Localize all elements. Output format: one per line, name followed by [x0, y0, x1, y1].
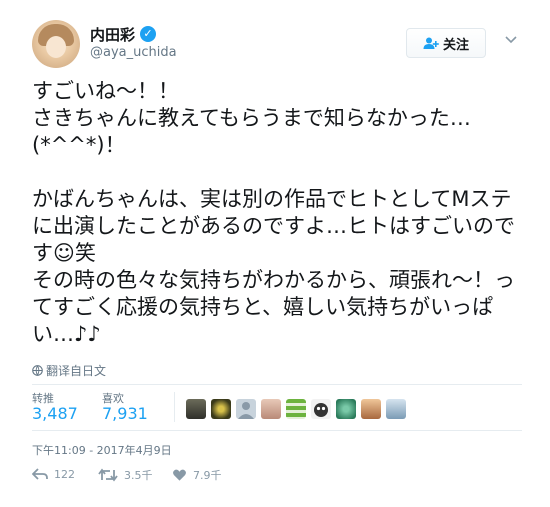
liker-avatar[interactable] [236, 399, 256, 419]
user-handle[interactable]: @aya_uchida [90, 45, 177, 60]
tweet-timestamp[interactable]: 下午11:09 - 2017年4月9日 [32, 442, 172, 458]
follow-label: 关注 [442, 37, 469, 53]
retweet-button[interactable]: 3.5千 [98, 467, 153, 483]
verified-badge-icon: ✓ [140, 26, 156, 42]
retweets-count[interactable]: 3,487 [32, 404, 78, 423]
display-name[interactable]: 内田彩 [90, 24, 135, 45]
liker-avatar[interactable] [186, 399, 206, 419]
liker-avatar[interactable] [386, 399, 406, 419]
stats-separator [174, 392, 175, 422]
avatar-face [46, 36, 66, 58]
heart-icon [173, 469, 186, 481]
liker-avatar[interactable] [361, 399, 381, 419]
like-button[interactable]: 7.9千 [172, 467, 222, 483]
liker-avatar[interactable] [336, 399, 356, 419]
retweet-count: 3.5千 [124, 469, 153, 482]
reply-count: 122 [54, 467, 75, 481]
translate-label: 翻译自日文 [46, 364, 107, 378]
default-user-icon [238, 402, 254, 419]
reply-icon [32, 468, 48, 480]
divider-middle [32, 430, 522, 431]
divider-top [32, 384, 522, 385]
liker-avatar[interactable] [211, 399, 231, 419]
like-count: 7.9千 [193, 469, 222, 482]
liker-avatar[interactable] [311, 399, 331, 419]
chevron-down-icon[interactable] [505, 36, 517, 44]
retweet-icon [98, 468, 118, 482]
translate-link[interactable]: 翻译自日文 [32, 362, 106, 379]
liker-avatar[interactable] [261, 399, 281, 419]
liker-avatar-icon [314, 403, 328, 417]
likes-count[interactable]: 7,931 [102, 404, 148, 423]
avatar[interactable] [32, 20, 80, 68]
globe-icon [32, 365, 43, 376]
liker-avatar[interactable] [286, 399, 306, 419]
tweet-text: すごいね～！！ さきちゃんに教えてもらうまで知らなかった…(*^^*)！ かばん… [32, 79, 515, 346]
reply-button[interactable]: 122 [32, 467, 75, 481]
person-add-icon [423, 37, 439, 49]
follow-button[interactable]: 关注 [406, 28, 486, 58]
